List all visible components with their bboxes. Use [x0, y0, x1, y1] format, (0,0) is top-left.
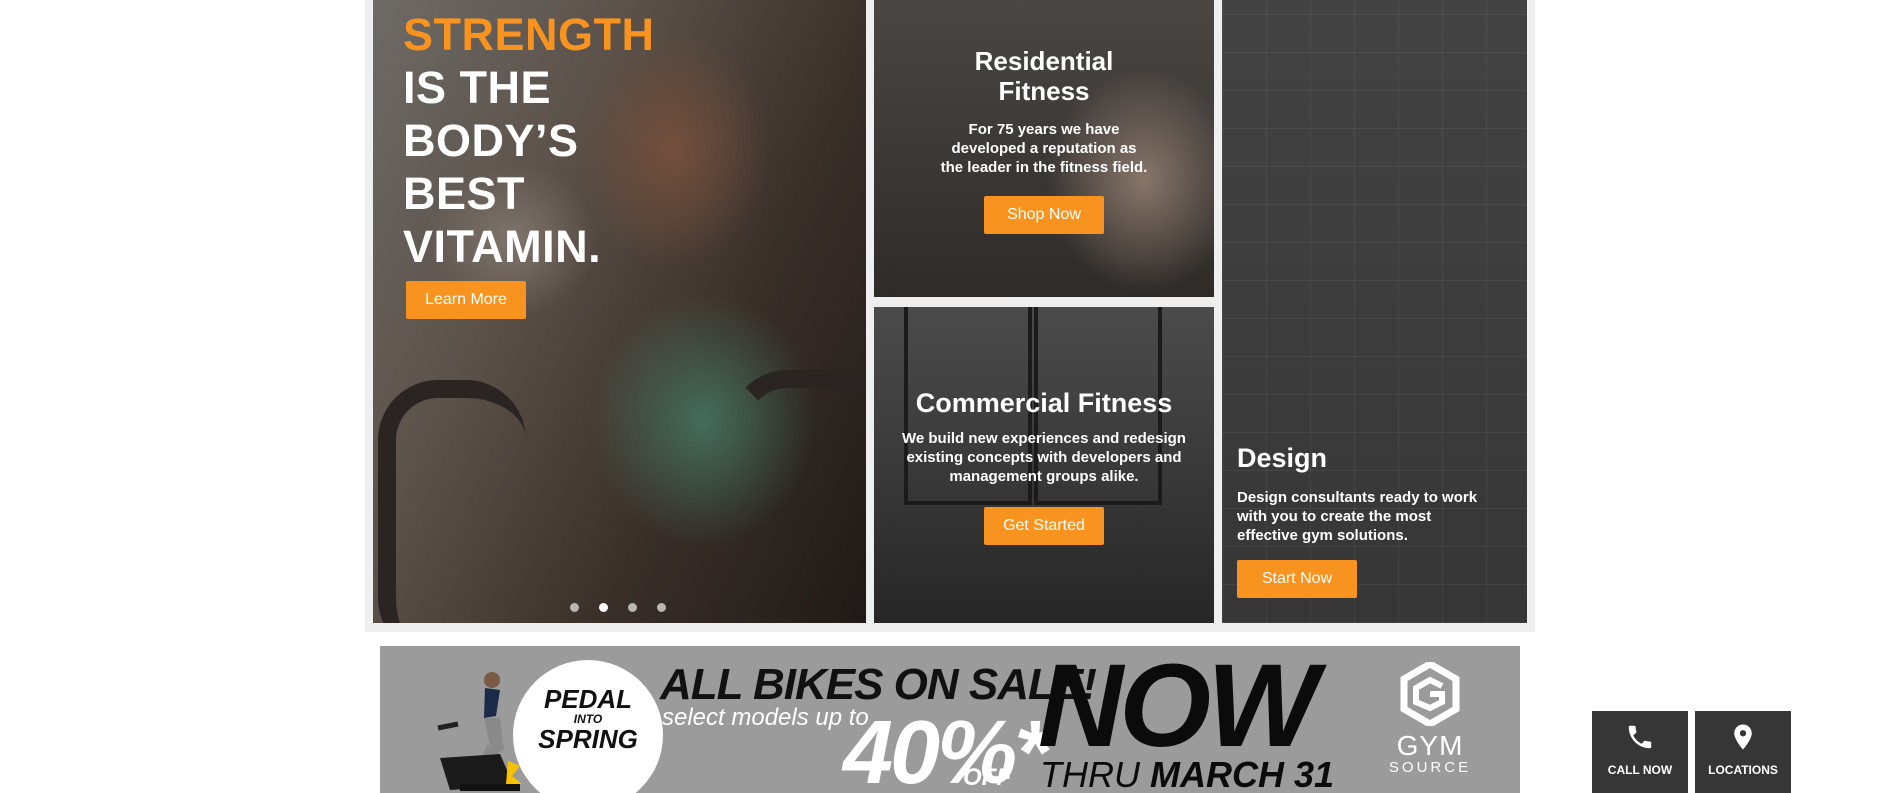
commercial-title: Commercial Fitness: [915, 388, 1173, 418]
learn-more-button[interactable]: Learn More: [406, 281, 526, 319]
commercial-desc-line: We build new experiences and redesign: [902, 430, 1186, 447]
commercial-fitness-card: Commercial Fitness We build new experien…: [874, 307, 1214, 623]
call-now-button[interactable]: CALL NOW: [1592, 711, 1688, 793]
logo-sub: SOURCE: [1388, 759, 1472, 776]
residential-content: Residential Fitness For 75 years we have…: [874, 46, 1214, 177]
design-desc-line: effective gym solutions.: [1237, 527, 1408, 544]
shop-now-button[interactable]: Shop Now: [984, 196, 1104, 234]
design-desc-line: with you to create the most: [1237, 508, 1432, 525]
gym-source-logo-icon: [1400, 659, 1460, 729]
design-title: Design: [1237, 443, 1328, 473]
gym-source-logo: GYM SOURCE: [1385, 659, 1475, 793]
logo-name: GYM: [1396, 730, 1464, 761]
hero-title-accent: STRENGTH: [403, 9, 655, 60]
sale-now: NOW: [1038, 646, 1318, 772]
spin-bike-rider-image: [437, 672, 522, 791]
residential-desc-line: For 75 years we have: [968, 121, 1120, 138]
residential-desc-line: the leader in the fitness field.: [940, 159, 1148, 176]
commercial-desc-line: management groups alike.: [949, 468, 1139, 485]
circle-text-line: PEDAL: [543, 684, 633, 714]
get-started-button[interactable]: Get Started: [984, 507, 1104, 545]
bike-handle-right: [728, 370, 866, 623]
locations-label: LOCATIONS: [1708, 763, 1778, 777]
pedal-into-spring-text: PEDAL INTO SPRING: [528, 686, 648, 752]
map-pin-icon: [1734, 724, 1752, 750]
slider-dot[interactable]: [657, 603, 666, 612]
hero-title: STRENGTH IS THE BODY’S BEST VITAMIN.: [403, 8, 655, 273]
hero-title-line: BODY’S: [403, 115, 579, 166]
sale-off: OFF: [963, 764, 1011, 791]
thru-label: THRU: [1040, 754, 1140, 793]
sale-subline: select models up to: [662, 704, 869, 731]
hero-slide: STRENGTH IS THE BODY’S BEST VITAMIN. Lea…: [373, 0, 866, 623]
start-now-button[interactable]: Start Now: [1237, 560, 1357, 598]
call-now-label: CALL NOW: [1607, 763, 1673, 777]
slider-dots: [570, 603, 666, 612]
slider-dot-active[interactable]: [599, 603, 608, 612]
hero-title-line: IS THE: [403, 62, 552, 113]
phone-icon: [1628, 725, 1652, 749]
hero-title-line: VITAMIN.: [403, 221, 602, 272]
sale-end-date: MARCH 31: [1150, 754, 1335, 793]
residential-title-line: Fitness: [998, 76, 1090, 106]
design-desc-line: Design consultants ready to work: [1237, 489, 1478, 506]
design-card: Design Design consultants ready to work …: [1222, 0, 1527, 623]
hero-title-line: BEST: [403, 168, 526, 219]
bike-handle-left: [378, 380, 526, 623]
residential-title: Residential Fitness: [874, 46, 1214, 106]
design-description: Design consultants ready to work with yo…: [1237, 488, 1477, 545]
commercial-desc-line: existing concepts with developers and: [906, 449, 1182, 466]
circle-text-line: SPRING: [538, 724, 638, 754]
residential-desc-line: developed a reputation as: [951, 140, 1137, 157]
residential-title-line: Residential: [974, 46, 1114, 76]
residential-fitness-card: Residential Fitness For 75 years we have…: [874, 0, 1214, 297]
locations-button[interactable]: LOCATIONS: [1695, 711, 1791, 793]
residential-description: For 75 years we have developed a reputat…: [874, 120, 1214, 177]
sale-thru: THRU MARCH 31: [1040, 754, 1334, 793]
promo-banner[interactable]: PEDAL INTO SPRING ALL BIKES ON SALE! sel…: [380, 646, 1520, 793]
commercial-content: Commercial Fitness We build new experien…: [874, 387, 1214, 486]
slider-dot[interactable]: [628, 603, 637, 612]
sale-percent: 40%*: [843, 703, 1049, 793]
slider-dot[interactable]: [570, 603, 579, 612]
commercial-description: We build new experiences and redesign ex…: [874, 429, 1214, 486]
